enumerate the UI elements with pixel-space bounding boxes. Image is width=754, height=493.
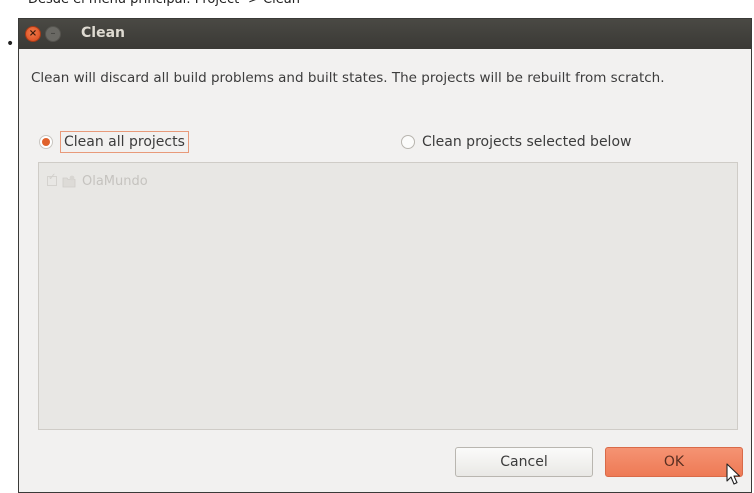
clean-dialog: × – Clean Clean will discard all build p… <box>18 18 752 493</box>
radio-clean-all[interactable]: Clean all projects <box>39 131 189 153</box>
ok-button[interactable]: OK <box>605 447 743 477</box>
checkbox-icon <box>47 172 57 186</box>
screenshot-page: Desde el menú principal: Project -> Clea… <box>0 0 754 493</box>
cancel-button[interactable]: Cancel <box>455 447 593 477</box>
title-bar: × – Clean <box>19 19 751 49</box>
project-name: OlaMundo <box>82 173 148 189</box>
dialog-title: Clean <box>81 25 125 41</box>
minimize-icon[interactable]: – <box>45 26 61 42</box>
list-item: OlaMundo <box>47 171 148 191</box>
radio-clean-selected[interactable]: Clean projects selected below <box>401 131 631 153</box>
project-list: OlaMundo <box>38 162 738 430</box>
dialog-description: Clean will discard all build problems an… <box>31 70 665 86</box>
mouse-pointer-icon <box>726 463 741 485</box>
top-caption: Desde el menú principal: Project -> Clea… <box>28 0 300 8</box>
radio-clean-all-label[interactable]: Clean all projects <box>60 131 189 153</box>
radio-checked-icon[interactable] <box>39 135 53 149</box>
close-icon[interactable]: × <box>25 26 41 42</box>
radio-clean-selected-label[interactable]: Clean projects selected below <box>422 134 631 150</box>
list-bullet: • <box>6 36 15 52</box>
project-folder-icon <box>62 175 76 187</box>
radio-unchecked-icon[interactable] <box>401 135 415 149</box>
